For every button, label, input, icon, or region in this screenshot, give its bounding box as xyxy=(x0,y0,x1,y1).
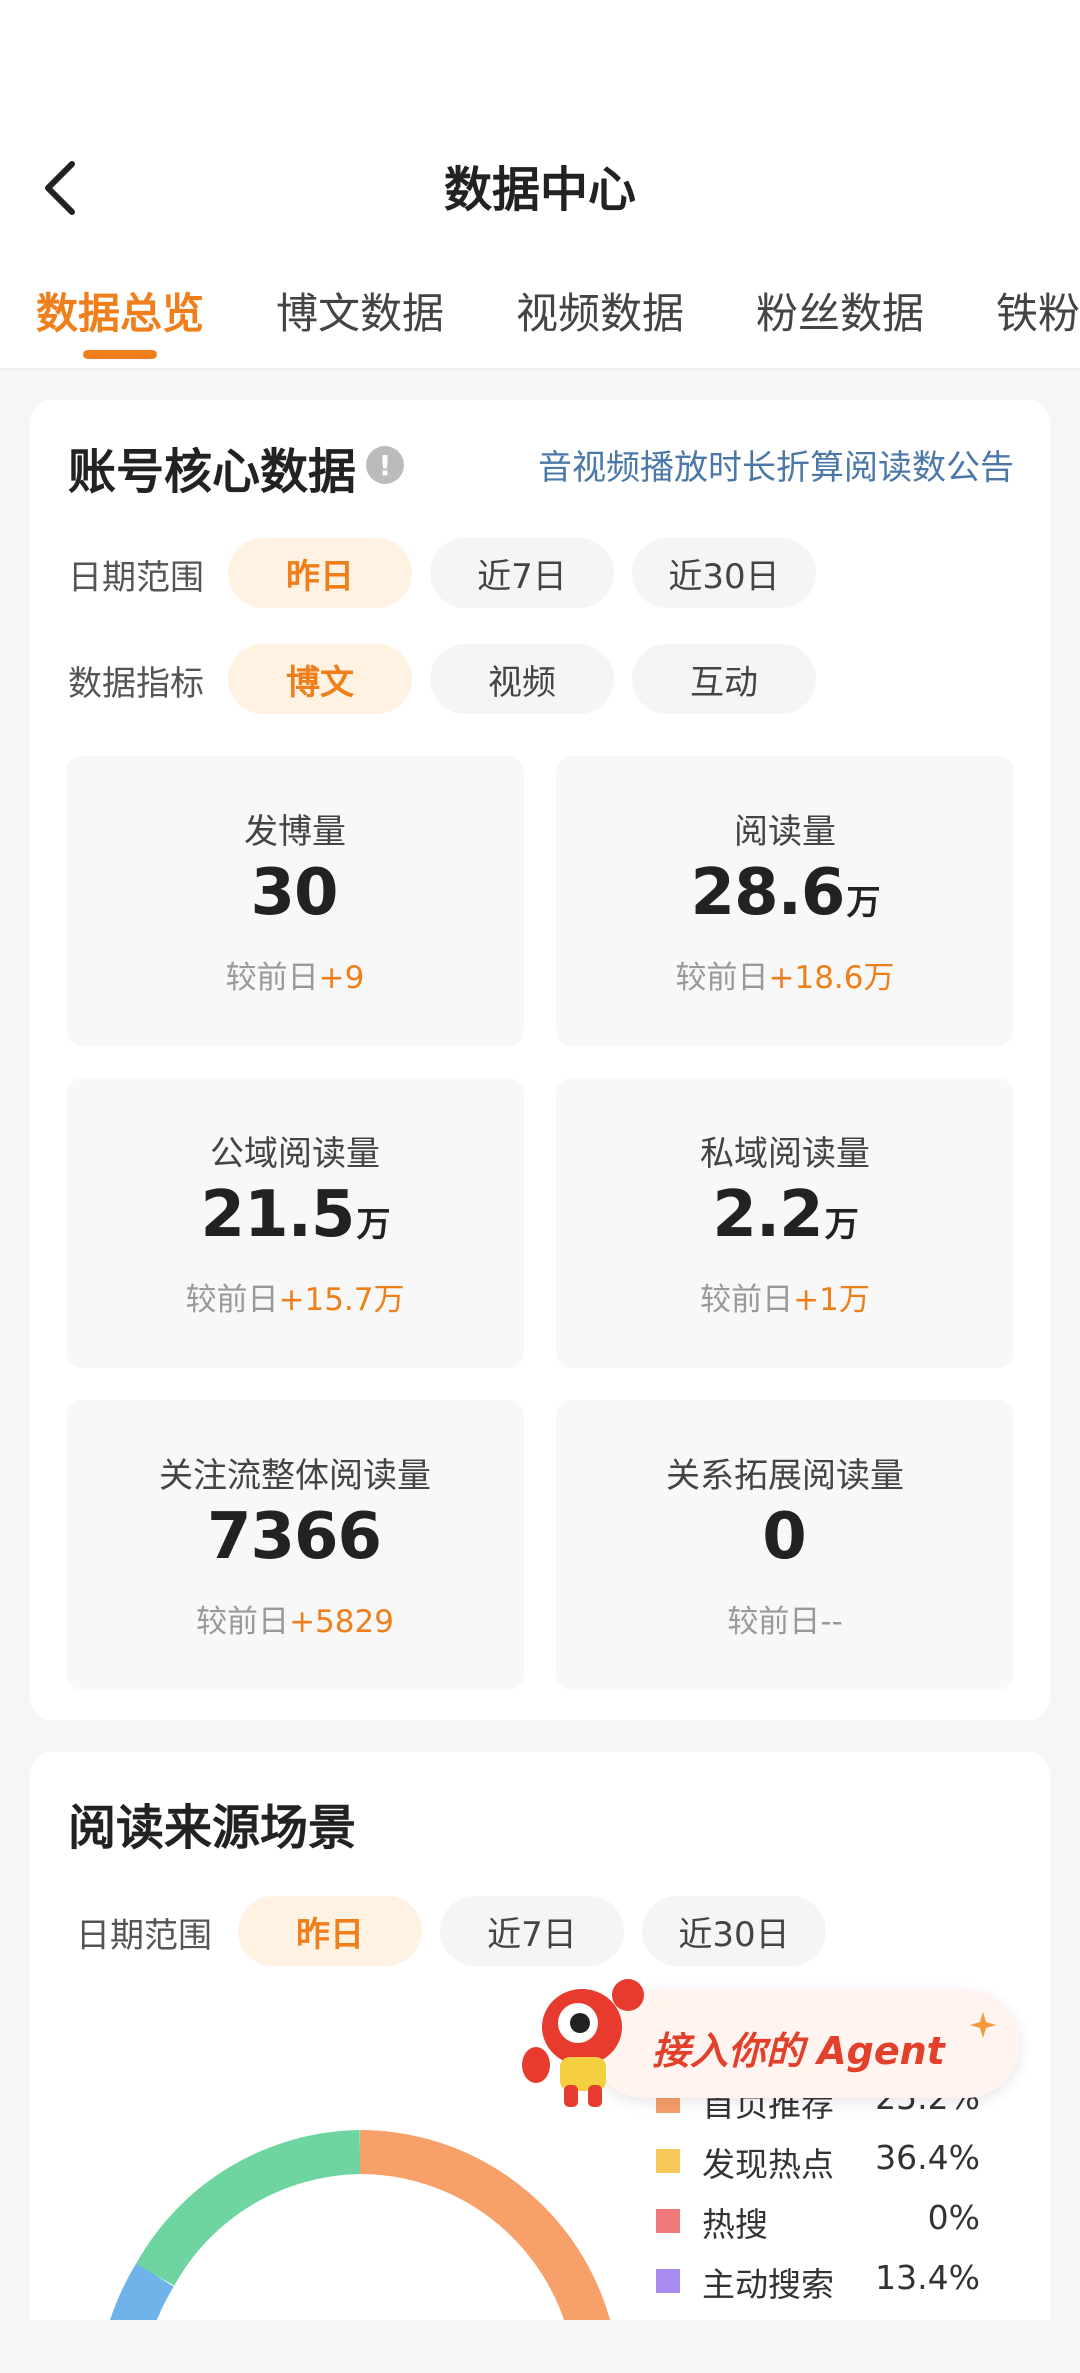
info-icon[interactable]: ! xyxy=(366,446,404,484)
stat-label: 私域阅读量 xyxy=(700,1134,870,1174)
stat-change: 较前日+18.6万 xyxy=(675,960,895,996)
legend-name: 主动搜索 xyxy=(702,2265,834,2304)
tab-post-data[interactable]: 博文数据 xyxy=(276,280,444,341)
tab-bar: 数据总览 博文数据 视频数据 粉丝数据 铁粉 xyxy=(0,270,1080,370)
read-source-donut-chart xyxy=(108,2130,612,2330)
active-tab-indicator xyxy=(83,350,157,359)
legend-item: 主动搜索 13.4% xyxy=(656,2256,1016,2306)
stat-value: 0 xyxy=(762,1500,807,1574)
stat-change: 较前日+1万 xyxy=(700,1282,870,1318)
metric-option-interaction[interactable]: 互动 xyxy=(632,644,816,714)
stat-label: 阅读量 xyxy=(734,812,836,852)
notice-link[interactable]: 音视频播放时长折算阅读数公告 xyxy=(538,440,1014,489)
bottom-fade xyxy=(0,2320,1080,2373)
tab-video-data[interactable]: 视频数据 xyxy=(516,280,684,341)
legend-swatch xyxy=(656,2209,680,2233)
metric-option-posts[interactable]: 博文 xyxy=(228,644,412,714)
tab-iron-fans[interactable]: 铁粉 xyxy=(996,280,1080,341)
stat-label: 关注流整体阅读量 xyxy=(159,1456,431,1496)
sparkle-icon xyxy=(970,2012,996,2038)
stat-change: 较前日-- xyxy=(727,1604,843,1640)
legend-value: 0% xyxy=(927,2198,980,2237)
date-option-yesterday[interactable]: 昨日 xyxy=(228,538,412,608)
donut-segment-discover xyxy=(135,2130,361,2286)
metric-option-video[interactable]: 视频 xyxy=(430,644,614,714)
stat-read-count[interactable]: 阅读量 28.6万 较前日+18.6万 xyxy=(556,756,1014,1046)
stat-change: 较前日+9 xyxy=(225,960,365,996)
stat-change: 较前日+5829 xyxy=(196,1604,394,1640)
stat-follow-feed-reads[interactable]: 关注流整体阅读量 7366 较前日+5829 xyxy=(66,1400,524,1690)
date-option-30days[interactable]: 近30日 xyxy=(632,538,816,608)
stat-public-reads[interactable]: 公域阅读量 21.5万 较前日+15.7万 xyxy=(66,1078,524,1368)
core-data-card: 账号核心数据 ! 音视频播放时长折算阅读数公告 日期范围 昨日 近7日 近30日… xyxy=(30,400,1050,1720)
legend-item: 发现热点 36.4% xyxy=(656,2136,1016,2186)
stat-change: 较前日+15.7万 xyxy=(185,1282,405,1318)
stat-label: 关系拓展阅读量 xyxy=(666,1456,904,1496)
metric-label: 数据指标 xyxy=(68,664,204,704)
date-option-7days[interactable]: 近7日 xyxy=(430,538,614,608)
legend-value: 13.4% xyxy=(875,2258,980,2297)
stat-value: 2.2万 xyxy=(712,1178,858,1252)
date-range-label: 日期范围 xyxy=(68,558,204,598)
donut-segment-home xyxy=(359,2130,612,2330)
stat-value: 7366 xyxy=(206,1500,382,1574)
stat-post-count[interactable]: 发博量 30 较前日+9 xyxy=(66,756,524,1046)
stat-private-reads[interactable]: 私域阅读量 2.2万 较前日+1万 xyxy=(556,1078,1014,1368)
source-date-7days[interactable]: 近7日 xyxy=(440,1896,624,1966)
stat-value: 30 xyxy=(250,856,338,930)
page-title: 数据中心 xyxy=(443,162,636,218)
source-date-yesterday[interactable]: 昨日 xyxy=(238,1896,422,1966)
stat-relation-reads[interactable]: 关系拓展阅读量 0 较前日-- xyxy=(556,1400,1014,1690)
source-date-range-label: 日期范围 xyxy=(76,1916,212,1956)
core-data-title: 账号核心数据 xyxy=(68,444,357,500)
stat-label: 公域阅读量 xyxy=(210,1134,380,1174)
legend-swatch xyxy=(656,2269,680,2293)
agent-banner-text: 接入你的 Agent xyxy=(652,2029,945,2073)
stat-label: 发博量 xyxy=(244,812,346,852)
stat-value: 28.6万 xyxy=(690,856,881,930)
legend-name: 热搜 xyxy=(702,2205,768,2244)
read-source-title: 阅读来源场景 xyxy=(68,1800,357,1856)
legend-item: 热搜 0% xyxy=(656,2196,1016,2246)
tab-overview[interactable]: 数据总览 xyxy=(36,280,204,341)
legend-value: 36.4% xyxy=(875,2138,980,2177)
mascot-icon[interactable] xyxy=(512,1965,662,2115)
stat-value: 21.5万 xyxy=(200,1178,391,1252)
legend-swatch xyxy=(656,2149,680,2173)
tab-fan-data[interactable]: 粉丝数据 xyxy=(756,280,924,341)
legend-name: 发现热点 xyxy=(702,2145,834,2184)
source-date-30days[interactable]: 近30日 xyxy=(642,1896,826,1966)
